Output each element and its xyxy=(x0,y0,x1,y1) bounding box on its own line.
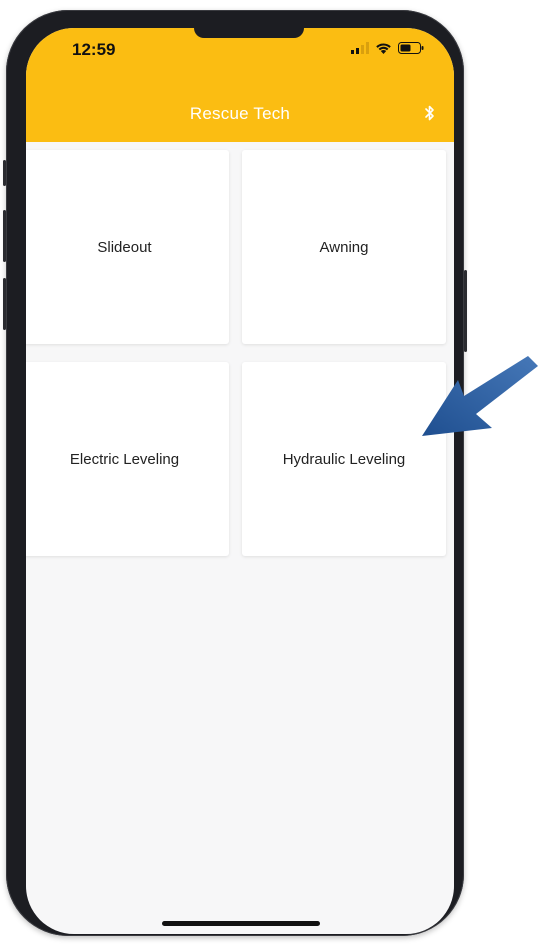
phone-frame: 12:59 Rescue Tech Slideout Awning Electr… xyxy=(3,10,467,936)
wifi-icon xyxy=(376,43,391,54)
tile-label: Awning xyxy=(319,238,369,256)
tile-hydraulic-leveling[interactable]: Hydraulic Leveling xyxy=(242,362,446,556)
phone-side-button xyxy=(3,160,6,186)
battery-icon xyxy=(398,42,424,54)
tile-electric-leveling[interactable]: Electric Leveling xyxy=(26,362,229,556)
tile-label: Electric Leveling xyxy=(69,450,180,468)
tile-label: Hydraulic Leveling xyxy=(282,450,406,468)
tile-awning[interactable]: Awning xyxy=(242,150,446,344)
phone-volume-up-button xyxy=(3,210,6,262)
bluetooth-icon[interactable] xyxy=(424,104,436,122)
screenshot-scene: 12:59 Rescue Tech Slideout Awning Electr… xyxy=(0,0,538,944)
tile-label: Slideout xyxy=(97,238,152,256)
home-indicator[interactable] xyxy=(162,921,320,926)
pointer-arrow-icon xyxy=(422,356,538,436)
status-icons xyxy=(351,42,424,54)
tile-slideout[interactable]: Slideout xyxy=(26,150,229,344)
cellular-signal-icon xyxy=(351,42,369,54)
app-title: Rescue Tech xyxy=(189,104,291,123)
status-time: 12:59 xyxy=(72,40,116,59)
phone-volume-down-button xyxy=(3,278,6,330)
phone-notch xyxy=(194,28,304,38)
app-header: 12:59 Rescue Tech xyxy=(26,28,454,142)
phone-screen: 12:59 Rescue Tech Slideout Awning Electr… xyxy=(26,28,454,934)
phone-power-button xyxy=(464,270,467,352)
